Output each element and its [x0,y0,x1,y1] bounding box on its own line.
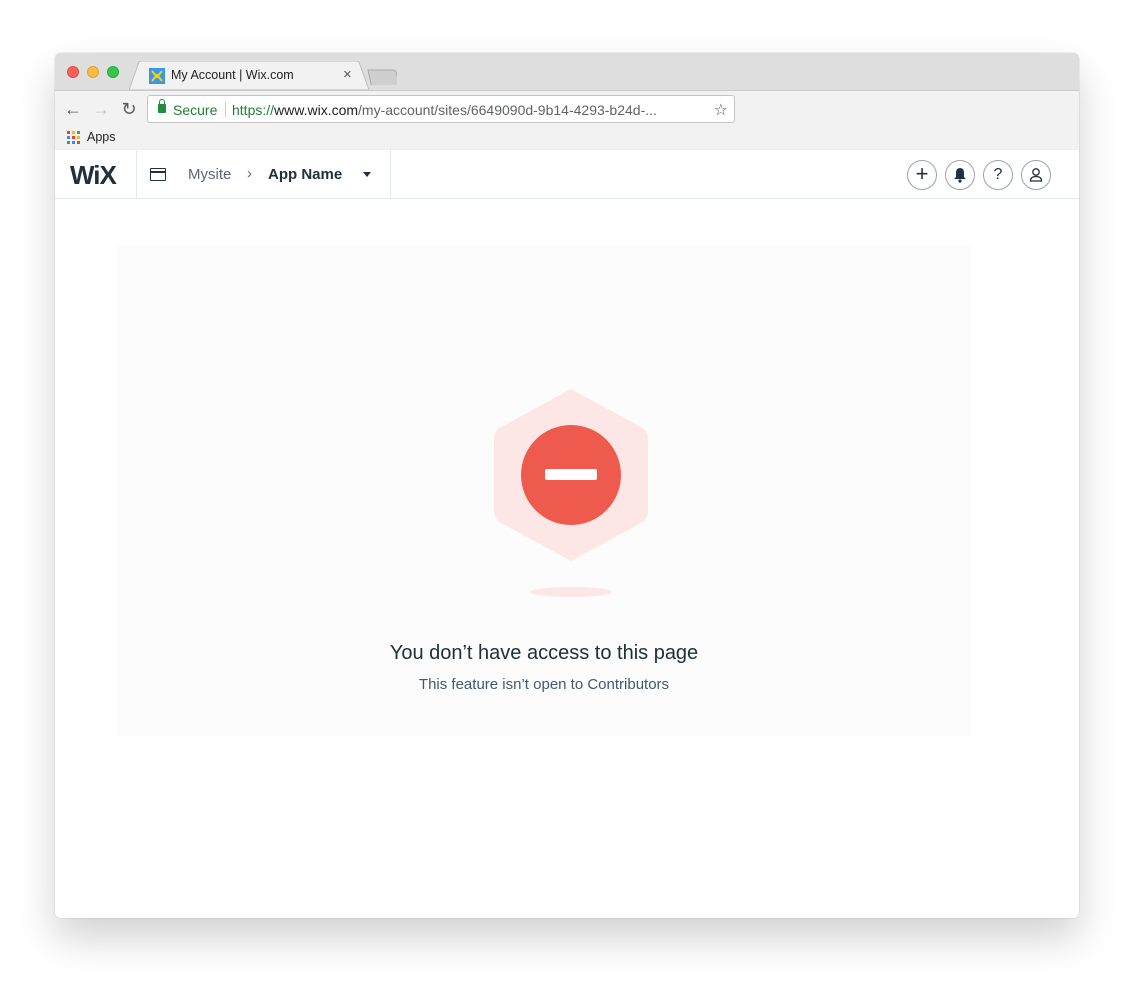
apps-grid-icon[interactable] [67,131,80,144]
maximize-window-button[interactable] [107,66,119,78]
address-bar[interactable]: Secure https://www.wix.com/my-account/si… [147,95,735,123]
secure-label: Secure [173,102,218,118]
reload-icon[interactable]: ↻ [119,99,139,119]
minimize-window-button[interactable] [87,66,99,78]
wix-logo[interactable]: WiX [70,160,117,191]
page-subtitle: This feature isn’t open to Contributors [418,676,670,693]
help-button[interactable]: ? [983,160,1013,190]
chevron-down-icon[interactable] [363,172,371,177]
user-icon [1029,168,1043,182]
address-divider [225,102,226,117]
breadcrumb-site[interactable]: Mysite [188,166,231,183]
add-button[interactable]: + [907,160,937,190]
apps-bookmark[interactable]: Apps [87,130,116,144]
forward-arrow-icon[interactable]: → [91,99,111,119]
header-divider [390,150,391,198]
bookmark-star-icon[interactable]: ☆ [714,100,728,120]
new-tab-button[interactable] [367,69,397,85]
back-arrow-icon[interactable]: ← [63,99,83,119]
wix-favicon-icon [149,68,165,84]
breadcrumb-app-name[interactable]: App Name [268,166,342,183]
browser-window: My Account | Wix.com × ← → ↻ Secure http… [55,53,1079,918]
close-window-button[interactable] [67,66,79,78]
no-access-panel: You don’t have access to this page This … [117,246,971,736]
no-access-icon [494,389,648,597]
browser-toolbar: ← → ↻ Secure https://www.wix.com/my-acco… [55,90,1079,150]
url-text: https://www.wix.com/my-account/sites/664… [232,102,657,118]
bell-icon [954,168,966,183]
account-button[interactable] [1021,160,1051,190]
lock-icon [158,99,166,113]
page-title: You don’t have access to this page [389,642,699,664]
tab-title: My Account | Wix.com [171,68,294,82]
breadcrumb-separator: › [247,165,252,182]
url-scheme: https:// [232,102,275,118]
main-content: You don’t have access to this page This … [55,199,1079,918]
site-browser-icon[interactable] [150,168,166,181]
url-host: www.wix.com [274,102,359,118]
tab-my-account[interactable]: My Account | Wix.com × [141,62,355,90]
notifications-button[interactable] [945,160,975,190]
tab-close-icon[interactable]: × [343,66,352,83]
url-path: /my-account/sites/6649090d-9b14-4293-b24… [358,102,657,118]
wix-top-bar: WiX Mysite › App Name + ? [55,150,1079,199]
header-divider [136,150,137,198]
tab-bar: My Account | Wix.com × [55,53,1079,91]
